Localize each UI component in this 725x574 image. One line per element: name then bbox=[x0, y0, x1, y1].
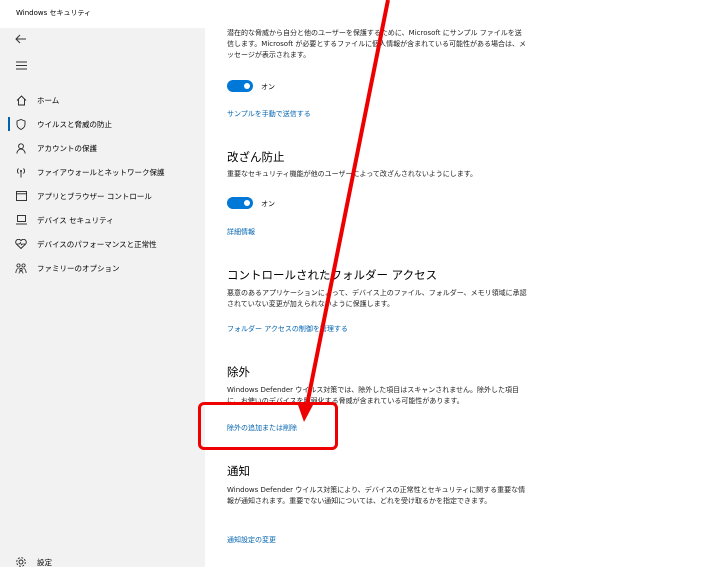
family-icon bbox=[14, 261, 28, 275]
controlled-folder-access-title: コントロールされたフォルダー アクセス bbox=[227, 268, 438, 282]
sample-submission-toggle-label: オン bbox=[261, 83, 275, 91]
sidebar-item-label: アプリとブラウザー コントロール bbox=[37, 191, 152, 201]
sidebar-item-device-security[interactable]: デバイス セキュリティ bbox=[0, 208, 205, 232]
window-title: Windows セキュリティ bbox=[16, 9, 92, 17]
controlled-folder-access-description: 悪意のあるアプリケーションによって、デバイス上のファイル、フォルダー、メモリ領域… bbox=[227, 289, 527, 308]
tamper-protection-description: 重要なセキュリティ機能が他のユーザーによって改ざんされないようにします。 bbox=[227, 170, 478, 178]
heart-icon bbox=[14, 237, 28, 251]
highlight-box bbox=[198, 402, 338, 450]
home-icon bbox=[14, 93, 28, 107]
submit-sample-link[interactable]: サンプルを手動で送信する bbox=[227, 109, 311, 119]
sidebar-item-family[interactable]: ファミリーのオプション bbox=[0, 256, 205, 280]
sidebar-item-firewall[interactable]: ファイアウォールとネットワーク保護 bbox=[0, 160, 205, 184]
exclusions-title: 除外 bbox=[227, 365, 250, 379]
change-notification-settings-link[interactable]: 通知設定の変更 bbox=[227, 535, 276, 545]
sidebar-item-label: ウイルスと脅威の防止 bbox=[37, 119, 112, 129]
sidebar-item-label: ホーム bbox=[37, 95, 60, 105]
sidebar-item-label: ファミリーのオプション bbox=[37, 263, 120, 273]
sidebar-item-label: アカウントの保護 bbox=[37, 143, 97, 153]
sample-submission-description: 潜在的な脅威から自分と他のユーザーを保護するために、Microsoft にサンプ… bbox=[227, 29, 526, 59]
sidebar-item-label: 設定 bbox=[37, 557, 52, 567]
sample-submission-toggle[interactable] bbox=[227, 80, 253, 92]
window-icon bbox=[14, 189, 28, 203]
sidebar-item-label: デバイスのパフォーマンスと正常性 bbox=[37, 239, 157, 249]
sidebar-item-virus-protection[interactable]: ウイルスと脅威の防止 bbox=[0, 112, 205, 136]
sidebar-item-account[interactable]: アカウントの保護 bbox=[0, 136, 205, 160]
sidebar-item-home[interactable]: ホーム bbox=[0, 88, 205, 112]
notifications-title: 通知 bbox=[227, 464, 250, 478]
tamper-learn-more-link[interactable]: 詳細情報 bbox=[227, 227, 255, 237]
sidebar-item-app-browser[interactable]: アプリとブラウザー コントロール bbox=[0, 184, 205, 208]
sidebar-item-label: ファイアウォールとネットワーク保護 bbox=[37, 167, 165, 177]
shield-icon bbox=[14, 117, 28, 131]
manage-folder-access-link[interactable]: フォルダー アクセスの制御を管理する bbox=[227, 324, 348, 334]
antenna-icon bbox=[14, 165, 28, 179]
tamper-protection-toggle[interactable] bbox=[227, 197, 253, 209]
tamper-protection-title: 改ざん防止 bbox=[227, 150, 285, 164]
person-icon bbox=[14, 141, 28, 155]
tamper-protection-toggle-label: オン bbox=[261, 200, 275, 208]
sidebar-item-label: デバイス セキュリティ bbox=[37, 215, 114, 225]
hamburger-icon[interactable] bbox=[12, 56, 30, 74]
sidebar: ホーム ウイルスと脅威の防止 アカウントの保護 ファイアウォールとネットワーク保… bbox=[0, 28, 205, 567]
sidebar-item-device-performance[interactable]: デバイスのパフォーマンスと正常性 bbox=[0, 232, 205, 256]
laptop-icon bbox=[14, 213, 28, 227]
sidebar-item-settings[interactable]: 設定 bbox=[0, 550, 205, 574]
back-arrow-icon[interactable] bbox=[12, 30, 30, 48]
main-content: 潜在的な脅威から自分と他のユーザーを保護するために、Microsoft にサンプ… bbox=[205, 0, 725, 567]
notifications-description: Windows Defender ウイルス対策により、デバイスの正常性とセキュリ… bbox=[227, 486, 526, 505]
